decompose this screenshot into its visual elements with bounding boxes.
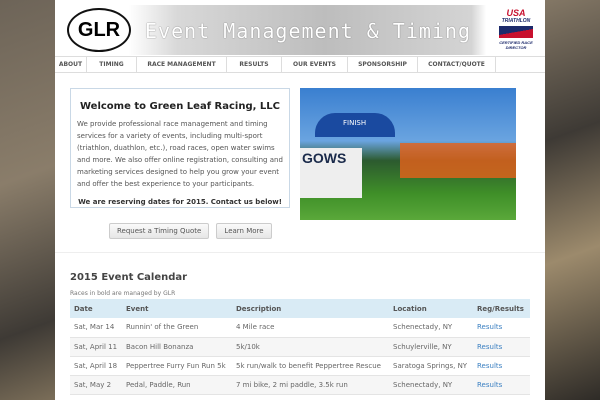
learn-more-button[interactable]: Learn More [216,223,272,239]
col-location: Location [389,299,473,318]
col-description: Description [232,299,389,318]
results-cell: Results [473,318,530,338]
page-container: GLR Event Management & Timing USA TRIATH… [55,0,545,400]
date-cell: Sat, Mar 14 [70,318,122,338]
location-cell: Schuylerville, NY [389,337,473,357]
date-cell: Sat, April 18 [70,356,122,376]
date-cell: Sat, May 2 [70,375,122,395]
badge-mid: TRIATHLON [501,18,531,24]
col-results: Reg/Results [473,299,530,318]
description-cell: 5k/10k [232,337,389,357]
event-cell: Runnin' of the Green [122,318,232,338]
location-cell: Schenectady, NY [389,375,473,395]
fence [400,143,516,178]
table-row: Sat, Mar 14 Runnin' of the Green 4 Mile ra… [70,318,530,338]
event-cell: Pedal, Paddle, Run [122,375,232,395]
sponsor-sign: GOWS [300,148,362,198]
welcome-body: We provide professional race management … [77,120,283,188]
nav-our-events[interactable]: OUR EVENTS [282,57,348,72]
event-table: Date Event Description Location Reg/Resu… [70,299,530,395]
badge-bottom: CERTIFIED RACE DIRECTOR [499,40,533,50]
divider [55,252,545,253]
nav-about[interactable]: ABOUT [55,57,87,72]
race-photo: FINISH GOWS [300,88,516,220]
glr-logo[interactable]: GLR [67,8,131,52]
nav-timing[interactable]: TIMING [87,57,137,72]
description-cell: 4 Mile race [232,318,389,338]
site-header: GLR Event Management & Timing USA TRIATH… [55,5,545,55]
description-cell: 7 mi bike, 2 mi paddle, 3.5k run [232,375,389,395]
header-tagline: Event Management & Timing [145,19,472,43]
table-row: Sat, May 2 Pedal, Paddle, Run 7 mi bike, 2… [70,375,530,395]
results-cell: Results [473,337,530,357]
date-cell: Sat, April 11 [70,337,122,357]
welcome-box: Welcome to Green Leaf Racing, LLC We pro… [70,88,290,208]
results-link[interactable]: Results [477,323,502,331]
table-row: Sat, April 11 Bacon Hill Bonanza 5k/10k Sch… [70,337,530,357]
welcome-cta: We are reserving dates for 2015. Contact… [78,198,282,206]
request-quote-button[interactable]: Request a Timing Quote [109,223,210,239]
main-nav: ABOUT TIMING RACE MANAGEMENT RESULTS OUR… [55,56,545,73]
usa-triathlon-badge: USA TRIATHLON CERTIFIED RACE DIRECTOR [495,8,537,52]
nav-contact-quote[interactable]: CONTACT/QUOTE [418,57,496,72]
nav-race-management[interactable]: RACE MANAGEMENT [137,57,227,72]
calendar-note: Races in bold are managed by GLR [70,290,176,297]
nav-sponsorship[interactable]: SPONSORSHIP [348,57,418,72]
badge-top: USA [506,8,526,18]
event-cell: Peppertree Furry Fun Run 5k [122,356,232,376]
event-cell: Bacon Hill Bonanza [122,337,232,357]
results-link[interactable]: Results [477,381,502,389]
location-cell: Schenectady, NY [389,318,473,338]
arch-text: FINISH [343,119,367,127]
nav-results[interactable]: RESULTS [227,57,282,72]
results-link[interactable]: Results [477,343,502,351]
table-header: Date Event Description Location Reg/Resu… [70,299,530,318]
welcome-title: Welcome to Green Leaf Racing, LLC [80,101,280,112]
finish-arch: FINISH [315,113,395,137]
col-event: Event [122,299,232,318]
results-cell: Results [473,356,530,376]
results-link[interactable]: Results [477,362,502,370]
table-row: Sat, April 18 Peppertree Furry Fun Run 5k… [70,356,530,376]
location-cell: Saratoga Springs, NY [389,356,473,376]
col-date: Date [70,299,122,318]
description-cell: 5k run/walk to benefit Peppertree Rescue [232,356,389,376]
calendar-title: 2015 Event Calendar [70,272,188,283]
flag-icon [499,26,533,38]
results-cell: Results [473,375,530,395]
